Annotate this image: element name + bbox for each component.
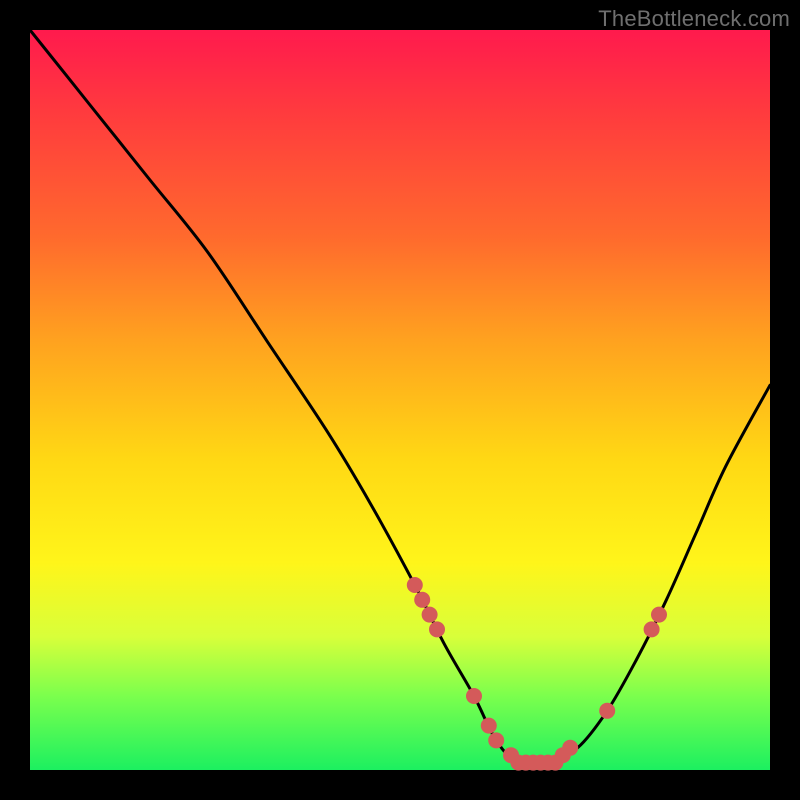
curve-marker xyxy=(414,592,430,608)
curve-marker xyxy=(562,740,578,756)
plot-area xyxy=(30,30,770,770)
watermark-label: TheBottleneck.com xyxy=(598,6,790,32)
curve-marker xyxy=(651,607,667,623)
curve-marker xyxy=(422,607,438,623)
bottleneck-curve xyxy=(30,30,770,765)
curve-marker xyxy=(466,688,482,704)
curve-layer xyxy=(30,30,770,770)
curve-marker xyxy=(481,718,497,734)
curve-marker xyxy=(407,577,423,593)
curve-marker xyxy=(644,621,660,637)
curve-marker xyxy=(429,621,445,637)
chart-frame: TheBottleneck.com xyxy=(0,0,800,800)
curve-marker xyxy=(488,732,504,748)
curve-marker xyxy=(599,703,615,719)
